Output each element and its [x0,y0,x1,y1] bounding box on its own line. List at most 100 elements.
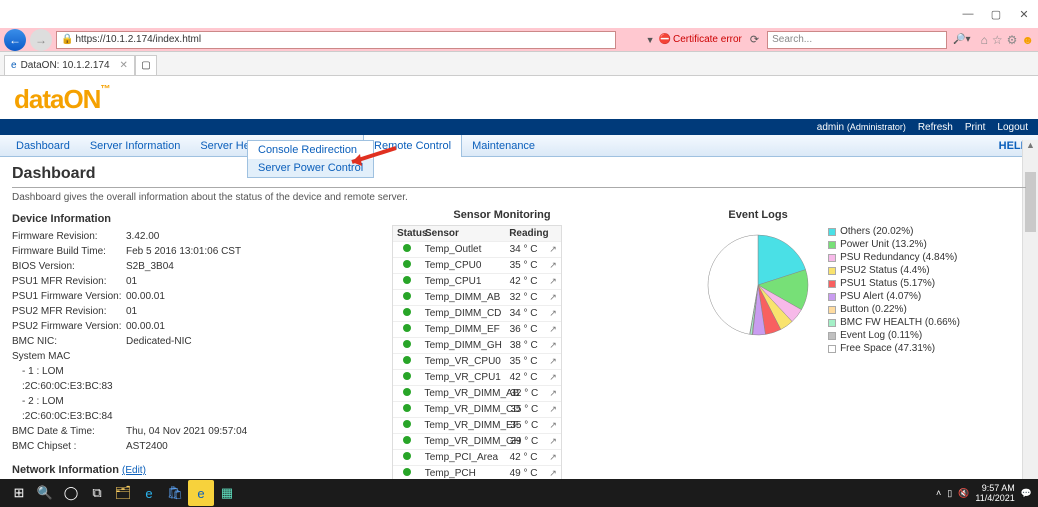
refresh-icon[interactable]: ⟳ [750,33,759,46]
sensor-reading: 34 ° C [506,242,546,257]
sensor-name: Temp_DIMM_AB [421,290,506,305]
ie-icon[interactable]: e [188,480,214,506]
legend-swatch [828,332,836,340]
network-info-heading: Network Information [12,464,119,476]
menu-server-information[interactable]: Server Information [80,135,190,157]
sensor-detail-icon[interactable]: ↗ [545,418,561,433]
url-text: https://10.1.2.174/index.html [75,34,201,45]
dropdown-icon[interactable]: ▼ [646,35,655,45]
sensor-detail-icon[interactable]: ↗ [545,434,561,449]
sensor-reading: 32 ° C [506,290,546,305]
tools-icon[interactable]: ⚙ [1007,33,1018,47]
sensor-name: Temp_DIMM_GH [421,338,506,353]
sensor-row: Temp_DIMM_AB32 ° C↗ [393,289,561,305]
home-icon[interactable]: ⌂ [981,33,988,47]
browser-tab[interactable]: e DataON: 10.1.2.174 ✕ [4,55,135,75]
sensor-name: Temp_Outlet [421,242,506,257]
url-input[interactable]: 🔒 https://10.1.2.174/index.html [56,31,616,49]
device-info-row: Firmware Revision:3.42.00 [12,229,372,244]
tray-date: 11/4/2021 [975,493,1014,503]
device-info-row: PSU1 Firmware Version:00.00.01 [12,289,372,304]
sensor-reading: 35 ° C [506,258,546,273]
sensor-reading: 32 ° C [506,386,545,401]
close-icon[interactable]: ✕ [1014,4,1034,24]
sensor-name: Temp_PCH [421,466,506,479]
label: BMC NIC: [12,334,126,349]
sensor-table: Status Sensor Reading Temp_Outlet34 ° C↗… [392,225,562,479]
legend-swatch [828,228,836,236]
logout-link[interactable]: Logout [997,122,1028,133]
legend-swatch [828,319,836,327]
device-info-row: - 2 : LOM :2C:60:0C:E3:BC:84 [12,394,372,424]
taskview-icon[interactable]: 🔍 [32,480,58,506]
notifications-icon[interactable]: 💬 [1021,488,1032,499]
device-info-row: Firmware Build Time:Feb 5 2016 13:01:06 … [12,244,372,259]
tray-up-icon[interactable]: ˄ [936,488,941,498]
favorites-icon[interactable]: ☆ [992,33,1003,47]
emoji-icon[interactable]: ☻ [1021,33,1034,47]
value: AST2400 [126,439,168,454]
network-edit-link[interactable]: (Edit) [122,465,146,476]
legend-item: Others (20.02%) [828,225,960,238]
sensor-detail-icon[interactable]: ↗ [545,274,561,289]
device-info-heading: Device Information [12,213,372,225]
print-link[interactable]: Print [965,122,986,133]
sensor-detail-icon[interactable]: ↗ [545,354,561,369]
tray-wifi-icon[interactable]: ▯ [947,488,952,499]
legend-label: Free Space (47.31%) [840,342,935,355]
status-dot [393,322,421,337]
label: PSU1 MFR Revision: [12,274,126,289]
edge-icon[interactable]: e [136,480,162,506]
device-info-row: - 1 : LOM :2C:60:0C:E3:BC:83 [12,364,372,394]
sensor-row: Temp_VR_CPU142 ° C↗ [393,369,561,385]
sensor-detail-icon[interactable]: ↗ [545,466,561,479]
legend-swatch [828,254,836,262]
search-go-icon[interactable]: 🔎▾ [953,34,970,45]
explorer-icon[interactable]: 🗂 [110,480,136,506]
back-button[interactable]: ← [4,29,26,51]
start-button[interactable]: ⊞ [6,480,32,506]
sensor-detail-icon[interactable]: ↗ [545,258,561,273]
forward-button[interactable]: → [30,29,52,51]
legend-label: Others (20.02%) [840,225,913,238]
legend-label: Power Unit (13.2%) [840,238,927,251]
sensor-detail-icon[interactable]: ↗ [545,402,561,417]
sensor-name: Temp_CPU0 [421,258,506,273]
search-input[interactable]: Search... [767,31,947,49]
certificate-warning[interactable]: ⛔ Certificate error [659,34,742,45]
sensor-detail-icon[interactable]: ↗ [545,370,561,385]
sensor-detail-icon[interactable]: ↗ [545,290,561,305]
refresh-link[interactable]: Refresh [918,122,953,133]
sensor-detail-icon[interactable]: ↗ [545,306,561,321]
legend-label: PSU Alert (4.07%) [840,290,921,303]
tab-close-icon[interactable]: ✕ [120,60,128,71]
status-dot [393,434,420,449]
system-tray[interactable]: ˄ ▯ 🔇 9:57 AM 11/4/2021 💬 [936,483,1032,503]
taskview2-icon[interactable]: ⧉ [84,480,110,506]
maximize-icon[interactable]: ▢ [986,4,1006,24]
legend-item: Event Log (0.11%) [828,329,960,342]
sensor-detail-icon[interactable]: ↗ [545,338,561,353]
menu-dashboard[interactable]: Dashboard [6,135,80,157]
status-dot [393,450,421,465]
sensor-reading: 34 ° C [506,306,546,321]
new-tab-button[interactable]: ▢ [135,55,157,75]
sensor-detail-icon[interactable]: ↗ [545,322,561,337]
tray-volume-icon[interactable]: 🔇 [958,488,969,499]
sensor-name: Temp_VR_CPU1 [421,370,506,385]
app-icon[interactable]: ▦ [214,480,240,506]
sensor-name: Temp_VR_CPU0 [421,354,506,369]
col-sensor: Sensor [421,226,505,241]
cortana-icon[interactable]: ◯ [58,480,84,506]
minimize-icon[interactable]: — [958,4,978,24]
legend-label: Button (0.22%) [840,303,907,316]
sensor-detail-icon[interactable]: ↗ [545,242,561,257]
address-bar: ← → 🔒 https://10.1.2.174/index.html ▼ ⛔ … [0,28,1038,52]
status-dot [393,402,420,417]
legend-swatch [828,293,836,301]
menu-maintenance[interactable]: Maintenance [462,135,545,157]
store-icon[interactable]: 🛍 [162,480,188,506]
scroll-up-icon[interactable]: ▲ [1023,140,1038,156]
sensor-detail-icon[interactable]: ↗ [545,450,561,465]
sensor-detail-icon[interactable]: ↗ [545,386,561,401]
